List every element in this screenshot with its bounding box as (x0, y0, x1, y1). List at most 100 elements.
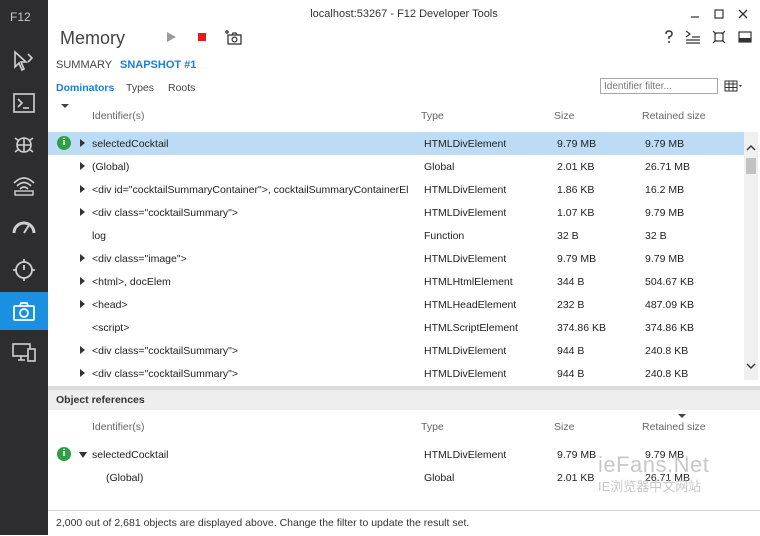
expand-arrow-icon[interactable] (80, 254, 85, 262)
row-type: HTMLDivElement (424, 138, 507, 150)
table-row[interactable]: <div class="cocktailSummary"> HTMLDivEle… (48, 339, 744, 362)
column-size[interactable]: Size (554, 421, 574, 433)
memory-icon (13, 302, 35, 321)
maximize-button[interactable] (710, 6, 728, 22)
f12-brand: F12 (10, 10, 31, 24)
row-type: HTMLDivElement (424, 207, 507, 219)
scroll-up-icon[interactable] (744, 142, 758, 154)
network-icon (13, 177, 35, 196)
sidebar-network-button[interactable] (0, 166, 48, 204)
console-toggle-icon (685, 30, 700, 44)
row-retained-size: 9.79 MB (645, 207, 685, 219)
tab-summary[interactable]: SUMMARY (56, 59, 112, 71)
dock-bottom-button[interactable] (735, 28, 755, 46)
row-type: Global (424, 161, 455, 173)
row-type: Global (424, 472, 455, 484)
sidebar-console-button[interactable] (0, 84, 48, 122)
column-type[interactable]: Type (421, 421, 444, 433)
scroll-down-icon[interactable] (744, 360, 758, 372)
row-type: HTMLHeadElement (424, 299, 517, 311)
row-size: 944 B (557, 345, 585, 357)
table-row[interactable]: i selectedCocktail HTMLDivElement 9.79 M… (48, 132, 744, 155)
column-type[interactable]: Type (421, 110, 444, 122)
row-size: 9.79 MB (557, 253, 597, 265)
table-row[interactable]: <html>, docElem HTMLHtmlElement 344 B 50… (48, 270, 744, 293)
debugger-icon (14, 137, 34, 153)
minimize-button[interactable] (686, 6, 704, 22)
row-identifier: (Global) (92, 161, 130, 173)
sidebar-profiler-button[interactable] (0, 250, 48, 288)
table-row[interactable]: <div class="image"> HTMLDivElement 9.79 … (48, 247, 744, 270)
row-identifier: <div class="cocktailSummary"> (92, 368, 239, 380)
watermark: ieFans.Net IE浏览器中文网站 (598, 452, 709, 495)
expand-arrow-icon[interactable] (80, 277, 85, 285)
row-type: HTMLDivElement (424, 184, 507, 196)
expand-arrow-icon[interactable] (80, 162, 85, 170)
sidebar-emulation-button[interactable] (0, 333, 48, 371)
row-identifier: log (92, 230, 107, 242)
row-size: 344 B (557, 276, 585, 288)
table-row[interactable]: <div class="cocktailSummary"> HTMLDivEle… (48, 201, 744, 224)
play-icon (167, 32, 176, 42)
subtab-dominators[interactable]: Dominators (56, 82, 114, 94)
tab-snapshot-1[interactable]: SNAPSHOT #1 (120, 59, 196, 71)
expand-icon (712, 30, 726, 44)
help-button[interactable] (659, 28, 679, 46)
stop-profiling-button[interactable] (192, 28, 212, 46)
column-size[interactable]: Size (554, 110, 574, 122)
sidebar-debugger-button[interactable] (0, 125, 48, 163)
view-options-button[interactable] (724, 80, 744, 95)
grid-scrollbar[interactable] (744, 132, 758, 380)
identifier-filter-input[interactable] (600, 78, 718, 94)
table-row[interactable]: <div class="cocktailSummary"> HTMLDivEle… (48, 362, 744, 385)
scrollbar-thumb[interactable] (746, 158, 756, 174)
dock-undock-button[interactable] (709, 28, 729, 46)
row-retained-size: 26.71 MB (645, 161, 690, 173)
expand-arrow-icon[interactable] (80, 369, 85, 377)
expand-arrow-icon[interactable] (80, 185, 85, 193)
start-profiling-button[interactable] (161, 28, 181, 46)
close-button[interactable] (734, 6, 752, 22)
subtab-roots[interactable]: Roots (168, 82, 195, 94)
row-size: 232 B (557, 299, 585, 311)
row-size: 9.79 MB (557, 449, 597, 461)
window-title: localhost:53267 - F12 Developer Tools (310, 8, 498, 20)
console-toggle-button[interactable] (683, 28, 703, 46)
table-row[interactable]: (Global) Global 2.01 KB 26.71 MB (48, 155, 744, 178)
sidebar-memory-button[interactable] (0, 292, 48, 330)
table-row[interactable]: <script> HTMLScriptElement 374.86 KB 374… (48, 316, 744, 339)
sidebar-dom-explorer-button[interactable] (0, 42, 48, 80)
table-row[interactable]: log Function 32 B 32 B (48, 224, 744, 247)
watermark-line-2: IE浏览器中文网站 (598, 479, 702, 494)
table-row[interactable]: <head> HTMLHeadElement 232 B 487.09 KB (48, 293, 744, 316)
row-size: 2.01 KB (557, 472, 595, 484)
collapse-arrow-icon[interactable] (79, 452, 87, 458)
expand-arrow-icon[interactable] (80, 346, 85, 354)
dominators-grid: i selectedCocktail HTMLDivElement 9.79 M… (48, 132, 744, 385)
table-row[interactable]: <div id="cocktailSummaryContainer">, coc… (48, 178, 744, 201)
sidebar-ui-responsiveness-button[interactable] (0, 208, 48, 246)
expand-arrow-icon[interactable] (80, 139, 85, 147)
row-retained-size: 32 B (645, 230, 667, 242)
info-icon[interactable]: i (57, 136, 71, 150)
emulation-icon (12, 343, 36, 362)
row-retained-size: 240.8 KB (645, 345, 689, 357)
row-identifier: <html>, docElem (92, 276, 171, 288)
column-identifier[interactable]: Identifier(s) (92, 421, 145, 433)
column-identifier[interactable]: Identifier(s) (92, 110, 145, 122)
subtab-types[interactable]: Types (126, 82, 154, 94)
sort-descending-icon (678, 414, 686, 418)
grid-view-icon (724, 80, 742, 92)
row-identifier: <script> (92, 322, 130, 334)
row-size: 374.86 KB (557, 322, 607, 334)
expand-arrow-icon[interactable] (80, 208, 85, 216)
take-snapshot-button[interactable] (224, 28, 244, 46)
console-icon (13, 93, 35, 113)
row-type: HTMLDivElement (424, 345, 507, 357)
info-icon[interactable]: i (57, 447, 71, 461)
row-identifier: <div class="cocktailSummary"> (92, 345, 239, 357)
column-retained-size[interactable]: Retained size (642, 110, 706, 122)
expand-arrow-icon[interactable] (80, 300, 85, 308)
references-grid-header: Identifier(s) Type Size Retained size (48, 421, 760, 443)
column-retained-size[interactable]: Retained size (642, 421, 706, 433)
